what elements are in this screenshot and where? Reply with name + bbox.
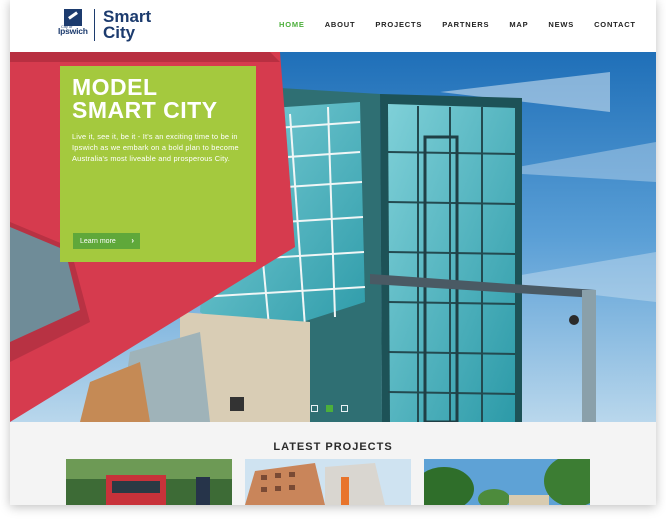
hero-description: Live it, see it, be it - It's an excitin… [72, 132, 239, 163]
nav-projects[interactable]: PROJECTS [375, 20, 422, 29]
main-nav: HOME ABOUT PROJECTS PARTNERS MAP NEWS CO… [279, 20, 656, 29]
nav-about[interactable]: ABOUT [325, 20, 356, 29]
hero-title: MODEL SMART CITY [72, 76, 244, 122]
logo-divider [94, 9, 95, 41]
site-logo[interactable]: City of Ipswich Smart City [58, 8, 151, 42]
project-image-park [424, 459, 590, 505]
latest-projects-title: LATEST PROJECTS [273, 441, 393, 453]
brand-wordmark: Smart City [103, 8, 151, 42]
project-thumbnail-3[interactable] [424, 459, 590, 505]
hero-title-line-2: SMART CITY [72, 97, 218, 123]
slider-dot-2[interactable] [326, 405, 333, 412]
hero-slider: MODEL SMART CITY Live it, see it, be it … [10, 52, 656, 422]
learn-more-button[interactable]: Learn more › [73, 233, 140, 249]
slider-dots [311, 405, 356, 412]
learn-more-label: Learn more [80, 237, 116, 245]
slider-dot-3[interactable] [341, 405, 348, 412]
ipswich-logo-mark: City of Ipswich [58, 9, 88, 41]
nav-partners[interactable]: PARTNERS [442, 20, 489, 29]
project-image-building [245, 459, 411, 505]
nav-news[interactable]: NEWS [548, 20, 574, 29]
project-thumbnail-2[interactable] [245, 459, 411, 505]
project-image-bus [66, 459, 232, 505]
nav-map[interactable]: MAP [509, 20, 528, 29]
chevron-right-icon: › [131, 236, 134, 245]
site-header: City of Ipswich Smart City HOME ABOUT PR… [10, 0, 656, 52]
brand-line-2: City [103, 23, 136, 42]
nav-home[interactable]: HOME [279, 20, 305, 29]
browser-page: City of Ipswich Smart City HOME ABOUT PR… [10, 0, 656, 505]
project-thumbnail-1[interactable] [66, 459, 232, 505]
nav-contact[interactable]: CONTACT [594, 20, 636, 29]
latest-projects-section: LATEST PROJECTS [10, 422, 656, 505]
hero-title-line-1: MODEL [72, 74, 158, 100]
slider-dot-1[interactable] [311, 405, 318, 412]
hero-panel: MODEL SMART CITY Live it, see it, be it … [60, 66, 256, 262]
council-name: Ipswich [58, 26, 88, 36]
